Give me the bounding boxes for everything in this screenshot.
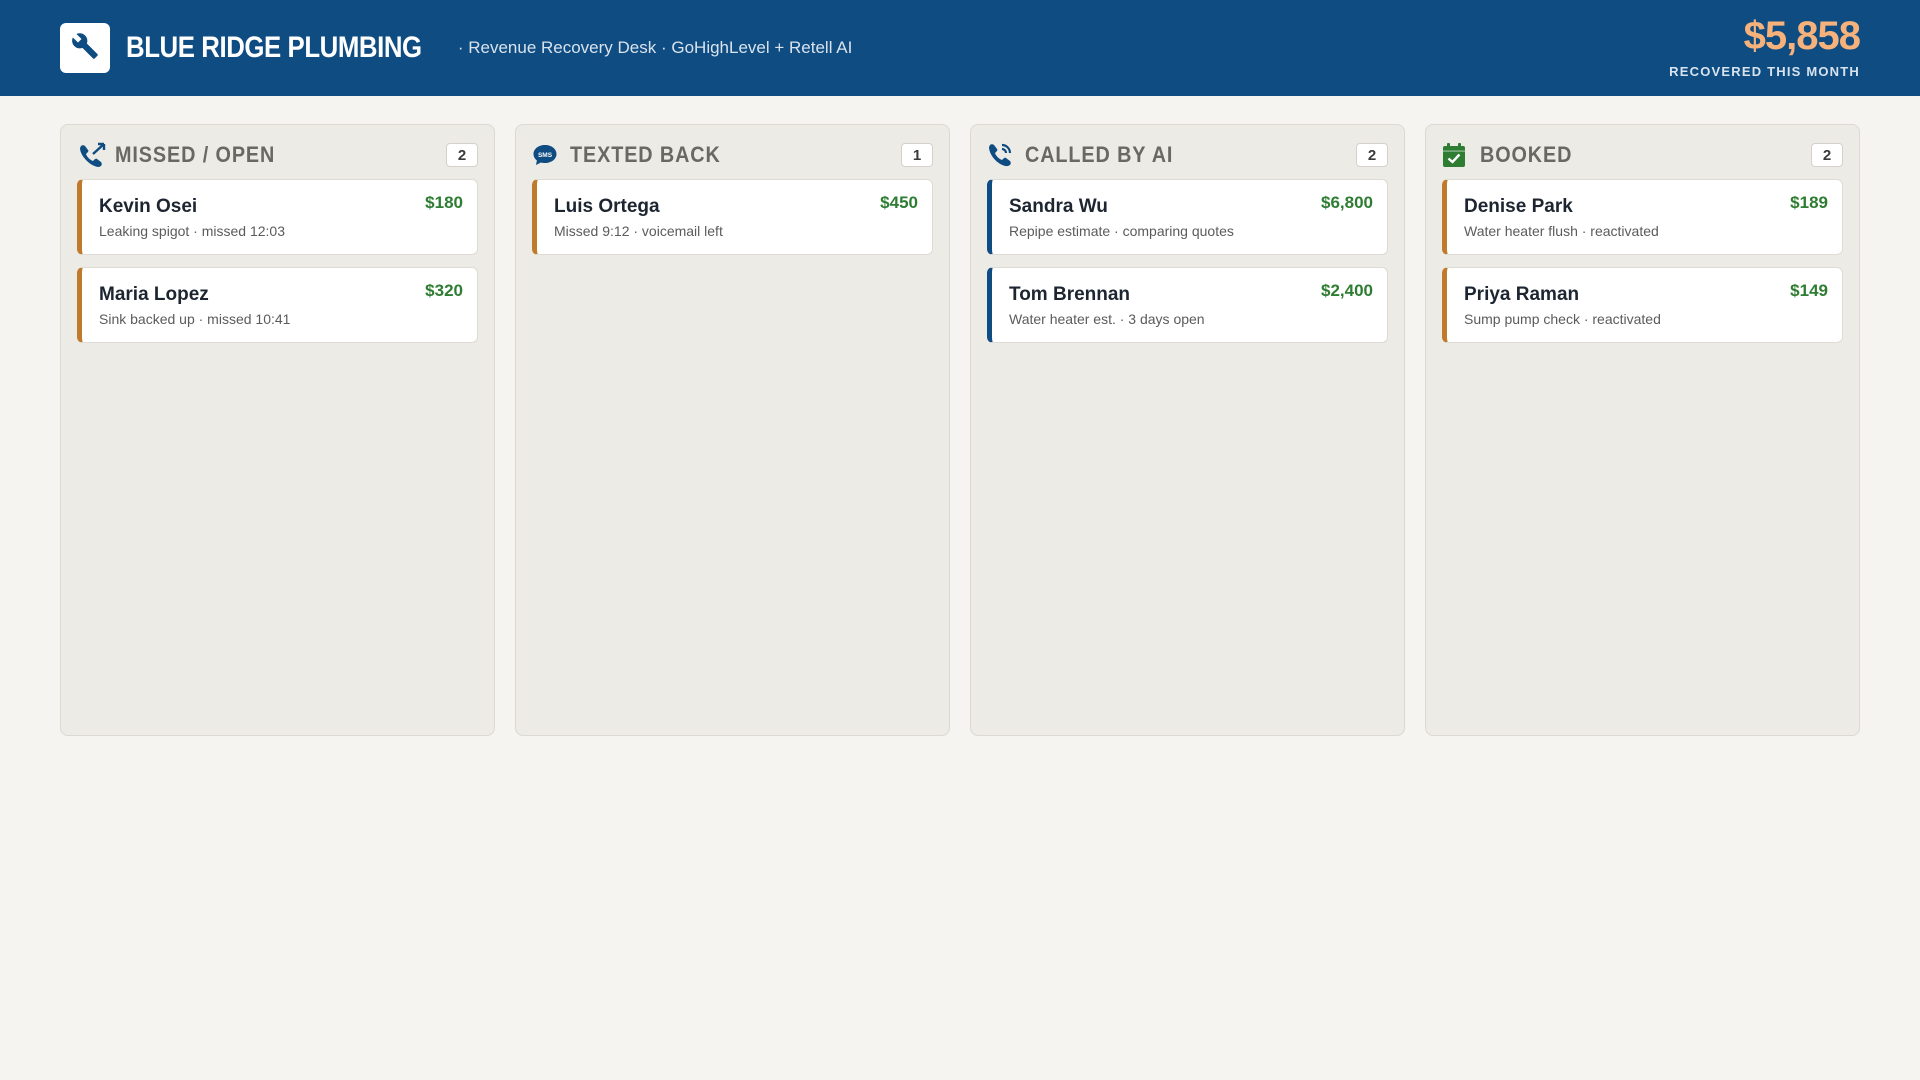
column-called-by-ai: CALLED BY AI 2 Sandra Wu Repipe estimate…	[970, 124, 1405, 736]
recovered-label: RECOVERED THIS MONTH	[1669, 64, 1860, 79]
column-count-badge: 1	[901, 143, 933, 167]
lead-name: Kevin Osei	[99, 196, 198, 217]
lead-card[interactable]: Denise Park Water heater flush · reactiv…	[1442, 179, 1843, 255]
lead-card[interactable]: Tom Brennan Water heater est. · 3 days o…	[987, 267, 1388, 343]
missed-call-icon	[77, 141, 109, 169]
column-header: MISSED / OPEN 2	[77, 141, 478, 169]
column-texted-back: SMS TEXTED BACK 1 Luis Ortega Missed 9:1…	[515, 124, 950, 736]
lead-name: Tom Brennan	[1009, 284, 1131, 305]
column-header: SMS TEXTED BACK 1	[532, 141, 933, 169]
column-title: BOOKED	[1480, 142, 1573, 167]
lead-description: Water heater est. · 3 days open	[1009, 311, 1205, 327]
lead-value: $189	[1790, 193, 1828, 212]
lead-description: Sump pump check · reactivated	[1464, 311, 1661, 327]
column-count-badge: 2	[446, 143, 478, 167]
brand-name: BLUE RIDGE PLUMBING	[126, 31, 422, 64]
wrench-icon	[71, 32, 99, 65]
lead-description: Repipe estimate · comparing quotes	[1009, 223, 1234, 239]
column-header: CALLED BY AI 2	[987, 141, 1388, 169]
lead-value: $2,400	[1321, 281, 1373, 300]
column-title: MISSED / OPEN	[115, 142, 276, 167]
tagline: · Revenue Recovery Desk · GoHighLevel + …	[457, 38, 853, 57]
column-count-badge: 2	[1811, 143, 1843, 167]
lead-name: Maria Lopez	[99, 284, 209, 305]
pipeline-board: MISSED / OPEN 2 Kevin Osei Leaking spigo…	[0, 96, 1920, 736]
lead-card[interactable]: Luis Ortega Missed 9:12 · voicemail left…	[532, 179, 933, 255]
sms-icon: SMS	[532, 141, 564, 169]
lead-value: $320	[425, 281, 463, 300]
column-booked: BOOKED 2 Denise Park Water heater flush …	[1425, 124, 1860, 736]
column-count-badge: 2	[1356, 143, 1388, 167]
lead-description: Water heater flush · reactivated	[1464, 223, 1659, 239]
lead-description: Leaking spigot · missed 12:03	[99, 223, 285, 239]
lead-value: $149	[1790, 281, 1828, 300]
lead-value: $6,800	[1321, 193, 1373, 212]
logo	[60, 23, 110, 73]
lead-name: Denise Park	[1464, 196, 1573, 217]
column-header: BOOKED 2	[1442, 141, 1843, 169]
svg-text:SMS: SMS	[538, 152, 553, 159]
recovered-amount: $5,858	[1743, 14, 1861, 58]
lead-card[interactable]: Priya Raman Sump pump check · reactivate…	[1442, 267, 1843, 343]
column-title: TEXTED BACK	[570, 142, 721, 167]
lead-value: $180	[425, 193, 463, 212]
lead-card[interactable]: Maria Lopez Sink backed up · missed 10:4…	[77, 267, 478, 343]
calendar-check-icon	[1442, 141, 1474, 169]
recovered-summary: $5,858 RECOVERED THIS MONTH	[1669, 14, 1861, 79]
lead-name: Sandra Wu	[1009, 196, 1108, 217]
lead-card[interactable]: Kevin Osei Leaking spigot · missed 12:03…	[77, 179, 478, 255]
column-title: CALLED BY AI	[1025, 142, 1174, 167]
lead-name: Luis Ortega	[554, 196, 660, 217]
phone-call-icon	[987, 141, 1019, 169]
column-missed-open: MISSED / OPEN 2 Kevin Osei Leaking spigo…	[60, 124, 495, 736]
top-bar: BLUE RIDGE PLUMBING · Revenue Recovery D…	[0, 0, 1920, 96]
lead-description: Sink backed up · missed 10:41	[99, 311, 291, 327]
lead-name: Priya Raman	[1464, 284, 1580, 305]
lead-card[interactable]: Sandra Wu Repipe estimate · comparing qu…	[987, 179, 1388, 255]
lead-value: $450	[880, 193, 918, 212]
lead-description: Missed 9:12 · voicemail left	[554, 223, 723, 239]
